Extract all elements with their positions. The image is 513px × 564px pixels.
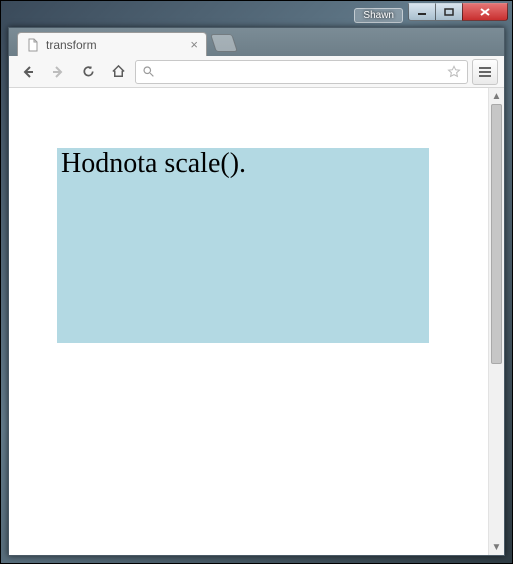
- forward-button[interactable]: [45, 59, 71, 85]
- vertical-scrollbar[interactable]: ▲ ▼: [488, 88, 504, 555]
- tab-strip: transform ×: [9, 28, 504, 56]
- window-frame: Shawn transform ×: [0, 0, 513, 564]
- maximize-icon: [444, 8, 454, 16]
- file-icon: [26, 38, 40, 52]
- tab-close-button[interactable]: ×: [190, 37, 198, 52]
- scroll-thumb[interactable]: [491, 104, 502, 364]
- user-badge: Shawn: [354, 8, 403, 23]
- window-close-button[interactable]: [462, 3, 508, 21]
- window-titlebar: Shawn: [1, 1, 512, 27]
- arrow-left-icon: [20, 64, 36, 80]
- chrome-menu-button[interactable]: [472, 59, 498, 85]
- scroll-up-button[interactable]: ▲: [489, 88, 504, 104]
- demo-text: Hodnota scale().: [61, 148, 425, 180]
- browser-viewport: Hodnota scale(). ▲ ▼: [9, 88, 504, 555]
- window-minimize-button[interactable]: [408, 3, 436, 21]
- address-input[interactable]: [161, 64, 441, 79]
- window-maximize-button[interactable]: [435, 3, 463, 21]
- browser-toolbar: [9, 56, 504, 88]
- close-icon: [479, 7, 491, 17]
- home-button[interactable]: [105, 59, 131, 85]
- minimize-icon: [417, 8, 427, 16]
- back-button[interactable]: [15, 59, 41, 85]
- page-content: Hodnota scale().: [9, 88, 488, 555]
- demo-box: Hodnota scale().: [57, 148, 429, 343]
- search-icon: [142, 65, 155, 78]
- reload-button[interactable]: [75, 59, 101, 85]
- browser-tab[interactable]: transform ×: [17, 32, 207, 56]
- home-icon: [111, 64, 126, 79]
- arrow-right-icon: [50, 64, 66, 80]
- hamburger-icon: [478, 66, 492, 78]
- tab-title: transform: [46, 38, 184, 52]
- bookmark-star-icon[interactable]: [447, 65, 461, 79]
- new-tab-button[interactable]: [210, 34, 238, 52]
- address-bar[interactable]: [135, 60, 468, 84]
- browser-window: transform ×: [8, 27, 505, 556]
- reload-icon: [81, 64, 96, 79]
- scroll-down-button[interactable]: ▼: [489, 539, 504, 555]
